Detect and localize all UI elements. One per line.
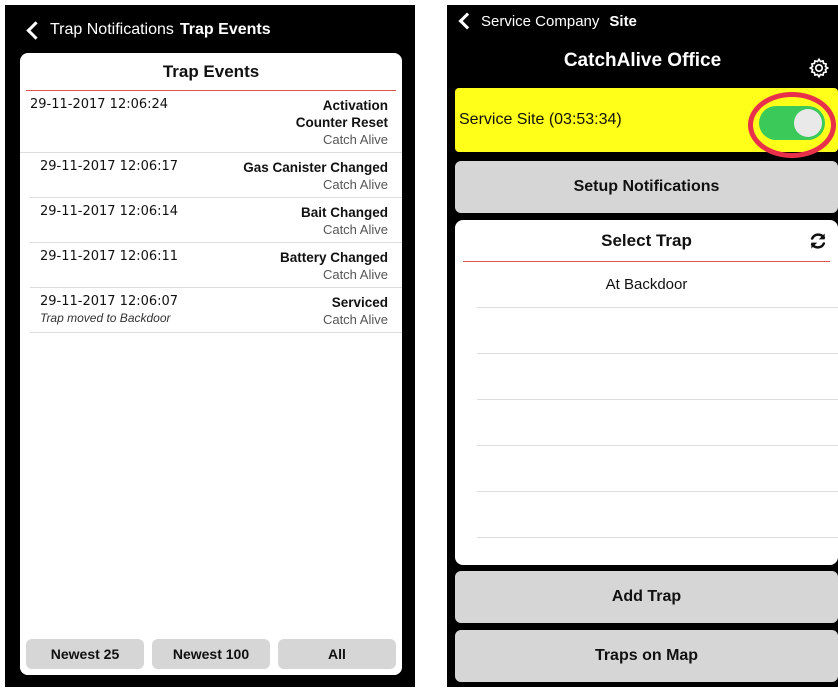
event-row[interactable]: 29-11-2017 12:06:17 Gas Canister Changed C… <box>30 153 402 198</box>
card-title: Trap Events <box>26 53 396 91</box>
trap-row[interactable] <box>477 446 838 492</box>
event-datetime: 29-11-2017 12:06:24 <box>30 97 169 112</box>
event-datetime: 29-11-2017 12:06:11 <box>40 249 179 264</box>
event-detail: Serviced Catch Alive <box>323 294 388 328</box>
event-source: Catch Alive <box>322 177 388 192</box>
back-button[interactable]: Trap Notifications <box>50 21 174 39</box>
trap-events-screen: Trap Notifications Trap Events Trap Even… <box>5 5 415 687</box>
event-datetime: 29-11-2017 12:06:07 <box>40 294 179 309</box>
all-button[interactable]: All <box>278 639 396 669</box>
event-source: Catch Alive <box>322 267 388 282</box>
traps-on-map-button[interactable]: Traps on Map <box>455 630 838 682</box>
add-trap-button[interactable]: Add Trap <box>455 571 838 623</box>
select-trap-card: Select Trap At Backdoor <box>455 220 838 565</box>
event-title: Battery Changed <box>279 250 388 265</box>
refresh-icon[interactable] <box>808 231 828 251</box>
select-trap-header: Select Trap <box>463 220 830 262</box>
highlight-circle <box>748 92 836 158</box>
trap-list: At Backdoor <box>455 262 838 538</box>
nav-bar: Service Company Site <box>447 5 838 37</box>
trap-row[interactable] <box>477 400 838 446</box>
event-title: Counter Reset <box>295 115 388 130</box>
event-detail: Activation Counter Reset Catch Alive <box>296 97 388 148</box>
event-meta: 29-11-2017 12:06:17 <box>40 159 178 174</box>
event-note: Trap moved to Backdoor <box>40 311 171 325</box>
select-trap-title: Select Trap <box>601 230 692 250</box>
event-source: Catch Alive <box>322 312 388 327</box>
event-datetime: 29-11-2017 12:06:14 <box>40 204 179 219</box>
event-row[interactable]: 29-11-2017 12:06:11 Battery Changed Catch … <box>30 243 402 288</box>
back-button[interactable]: Service Company <box>481 13 599 30</box>
setup-notifications-button[interactable]: Setup Notifications <box>455 161 838 213</box>
back-chevron-icon[interactable] <box>458 12 476 30</box>
events-list: 29-11-2017 12:06:24 Activation Counter Res… <box>20 91 402 333</box>
event-datetime: 29-11-2017 12:06:17 <box>40 159 179 174</box>
event-meta: 29-11-2017 12:06:07 Trap moved to Backdoo… <box>40 294 178 325</box>
nav-title: Trap Events <box>179 21 271 38</box>
event-meta: 29-11-2017 12:06:11 <box>40 249 178 264</box>
trap-row[interactable] <box>477 492 838 538</box>
nav-bar: Trap Notifications Trap Events <box>5 5 415 55</box>
newest-100-button[interactable]: Newest 100 <box>152 639 270 669</box>
event-source: Catch Alive <box>322 222 388 237</box>
filter-bar: Newest 25 Newest 100 All <box>20 635 402 675</box>
event-detail: Bait Changed Catch Alive <box>301 204 388 238</box>
event-title: Activation <box>322 98 388 113</box>
event-title: Serviced <box>331 295 388 310</box>
gear-icon[interactable] <box>808 57 830 79</box>
service-site-label: Service Site (03:53:34) <box>459 111 622 128</box>
trap-row[interactable] <box>477 308 838 354</box>
event-title: Gas Canister Changed <box>243 160 388 175</box>
back-chevron-icon[interactable] <box>26 20 45 40</box>
trap-row[interactable] <box>477 354 838 400</box>
event-detail: Battery Changed Catch Alive <box>280 249 388 283</box>
event-source: Catch Alive <box>322 132 388 147</box>
event-row[interactable]: 29-11-2017 12:06:07 Trap moved to Backdoo… <box>30 288 402 333</box>
event-title: Bait Changed <box>300 205 388 220</box>
event-meta: 29-11-2017 12:06:14 <box>40 204 178 219</box>
event-meta: 29-11-2017 12:06:24 <box>30 97 168 112</box>
event-detail: Gas Canister Changed Catch Alive <box>243 159 388 193</box>
events-card: Trap Events 29-11-2017 12:06:24 Activatio… <box>20 53 402 675</box>
trap-row[interactable]: At Backdoor <box>477 262 838 308</box>
event-row[interactable]: 29-11-2017 12:06:14 Bait Changed Catch Ali… <box>30 198 402 243</box>
site-title: CatchAlive Office <box>563 50 722 71</box>
nav-title: Site <box>609 12 637 30</box>
newest-25-button[interactable]: Newest 25 <box>26 639 144 669</box>
event-row[interactable]: 29-11-2017 12:06:24 Activation Counter Res… <box>20 91 402 153</box>
